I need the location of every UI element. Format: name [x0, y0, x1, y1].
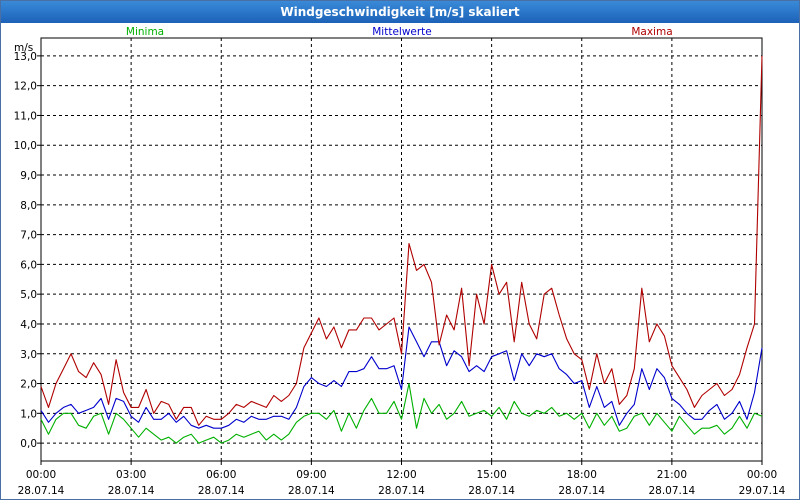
y-tick-label: 8,0: [20, 200, 37, 212]
chart-svg: 0,0 1,0 2,0 3,0 4,0 5,0 6,0 7,0 8,0 9,0 10,0 11,0 12…: [14, 26, 786, 497]
x-tick-time: 00:00: [747, 469, 777, 481]
y-tick-label: 1,0: [20, 408, 37, 420]
legend-entry-mittelwerte: Mittelwerte: [372, 26, 432, 38]
x-tick-time: 06:00: [206, 469, 236, 481]
x-tick-time: 03:00: [116, 469, 146, 481]
y-tick-label: 0,0: [20, 438, 37, 450]
y-tick-label: 12,0: [14, 81, 37, 93]
y-tick-label: 3,0: [20, 349, 37, 361]
x-tick-date: 28.07.14: [378, 485, 425, 497]
y-tick-label: 9,0: [20, 170, 37, 182]
x-tick-date: 28.07.14: [108, 485, 155, 497]
x-tick-time: 09:00: [296, 469, 326, 481]
x-tick-date: 28.07.14: [558, 485, 605, 497]
x-tick-time: 00:00: [26, 469, 56, 481]
x-tick-date: 28.07.14: [18, 485, 65, 497]
x-tick-date: 28.07.14: [468, 485, 515, 497]
y-axis-label: m/s: [14, 42, 33, 54]
y-tick-label: 11,0: [14, 110, 37, 122]
x-tick-date: 28.07.14: [198, 485, 245, 497]
y-tick-label: 5,0: [20, 289, 37, 301]
y-tick-label: 2,0: [20, 379, 37, 391]
x-tick-date: 29.07.14: [739, 485, 786, 497]
x-tick-time: 21:00: [657, 469, 687, 481]
legend-entry-minima: Minima: [126, 26, 164, 38]
x-tick-date: 28.07.14: [288, 485, 335, 497]
x-tick-time: 15:00: [476, 469, 506, 481]
y-tick-label: 6,0: [20, 259, 37, 271]
y-tick-label: 4,0: [20, 319, 37, 331]
x-tick-time: 12:00: [386, 469, 416, 481]
legend-entry-maxima: Maxima: [631, 26, 672, 38]
x-tick-date: 28.07.14: [648, 485, 695, 497]
y-tick-label: 10,0: [14, 140, 37, 152]
y-tick-label: 7,0: [20, 230, 37, 242]
x-tick-time: 18:00: [567, 469, 597, 481]
